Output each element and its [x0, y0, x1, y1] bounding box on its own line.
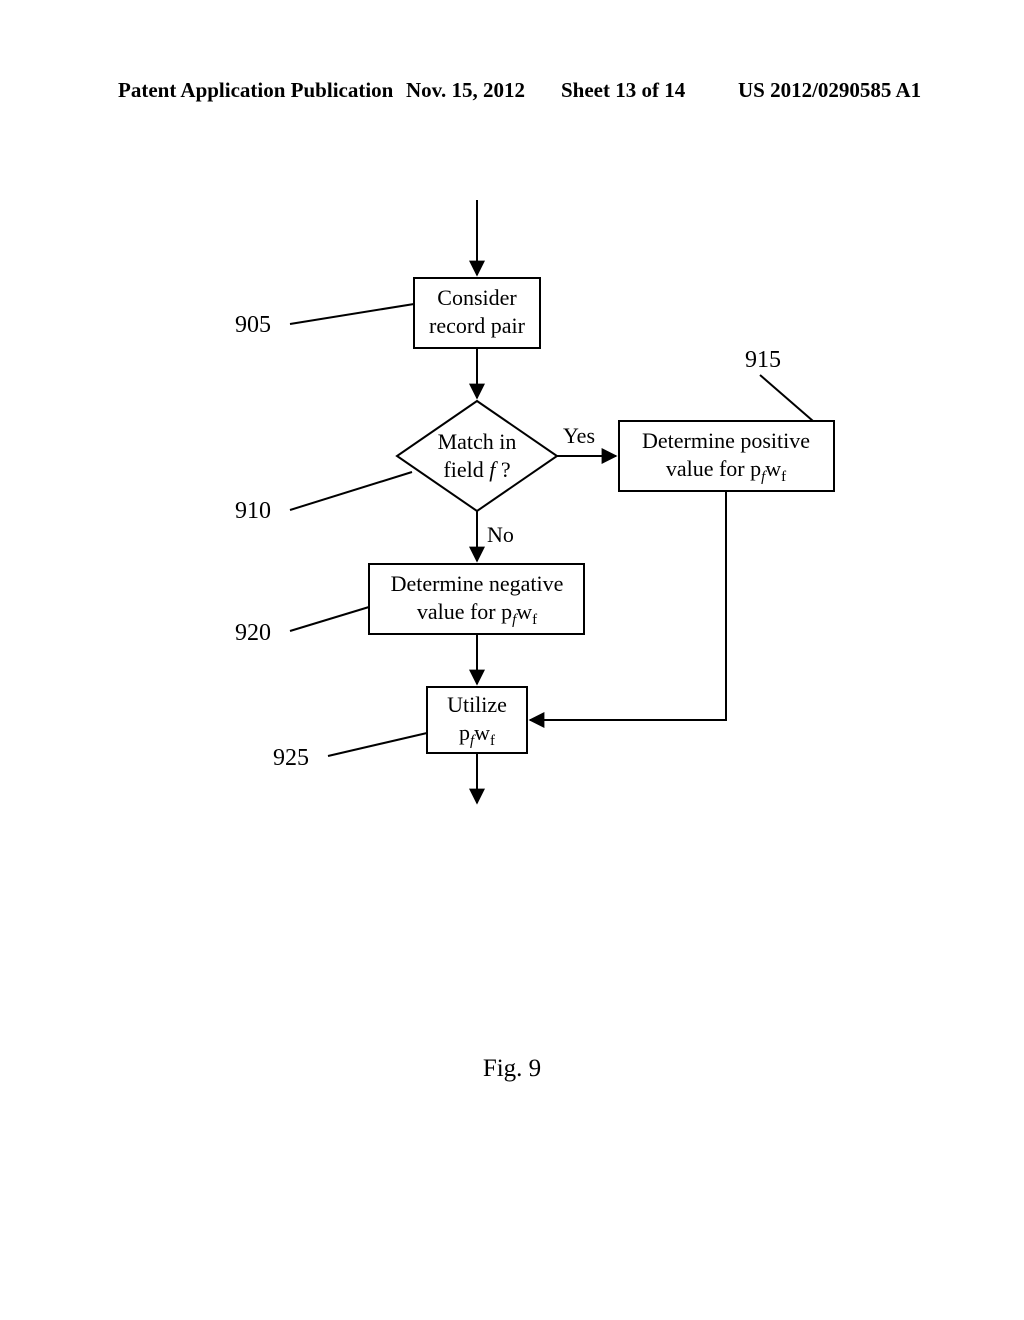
node-905-line2: record pair	[429, 313, 526, 338]
node-925-line2: pfwf	[459, 720, 495, 749]
ref-925: 925	[273, 745, 309, 771]
figure-label: Fig. 9	[0, 1055, 1024, 1083]
ref-920: 920	[235, 620, 271, 646]
ref-915: 915	[745, 347, 781, 373]
node-915-line1: Determine positive	[642, 428, 810, 453]
node-910-line1: Match in	[438, 429, 517, 454]
node-910-line2: field f ?	[443, 457, 510, 482]
page: Patent Application Publication Nov. 15, …	[0, 0, 1024, 1320]
edge-no-label: No	[487, 522, 514, 547]
leader-905	[290, 304, 414, 324]
flowchart: Consider record pair 905 Match in field …	[0, 0, 1024, 1320]
node-920-line2: value for pfwf	[417, 599, 537, 628]
leader-920	[290, 607, 369, 631]
edge-yes-label: Yes	[563, 423, 595, 448]
ref-910: 910	[235, 498, 271, 524]
leader-915	[760, 375, 813, 421]
leader-925	[328, 733, 427, 756]
node-910-diamond	[397, 401, 557, 511]
node-915-line2: value for pfwf	[666, 456, 786, 485]
node-905-line1: Consider	[437, 285, 517, 310]
node-920-line1: Determine negative	[391, 571, 564, 596]
ref-905: 905	[235, 312, 271, 338]
leader-910	[290, 472, 412, 510]
node-925-line1: Utilize	[447, 692, 507, 717]
